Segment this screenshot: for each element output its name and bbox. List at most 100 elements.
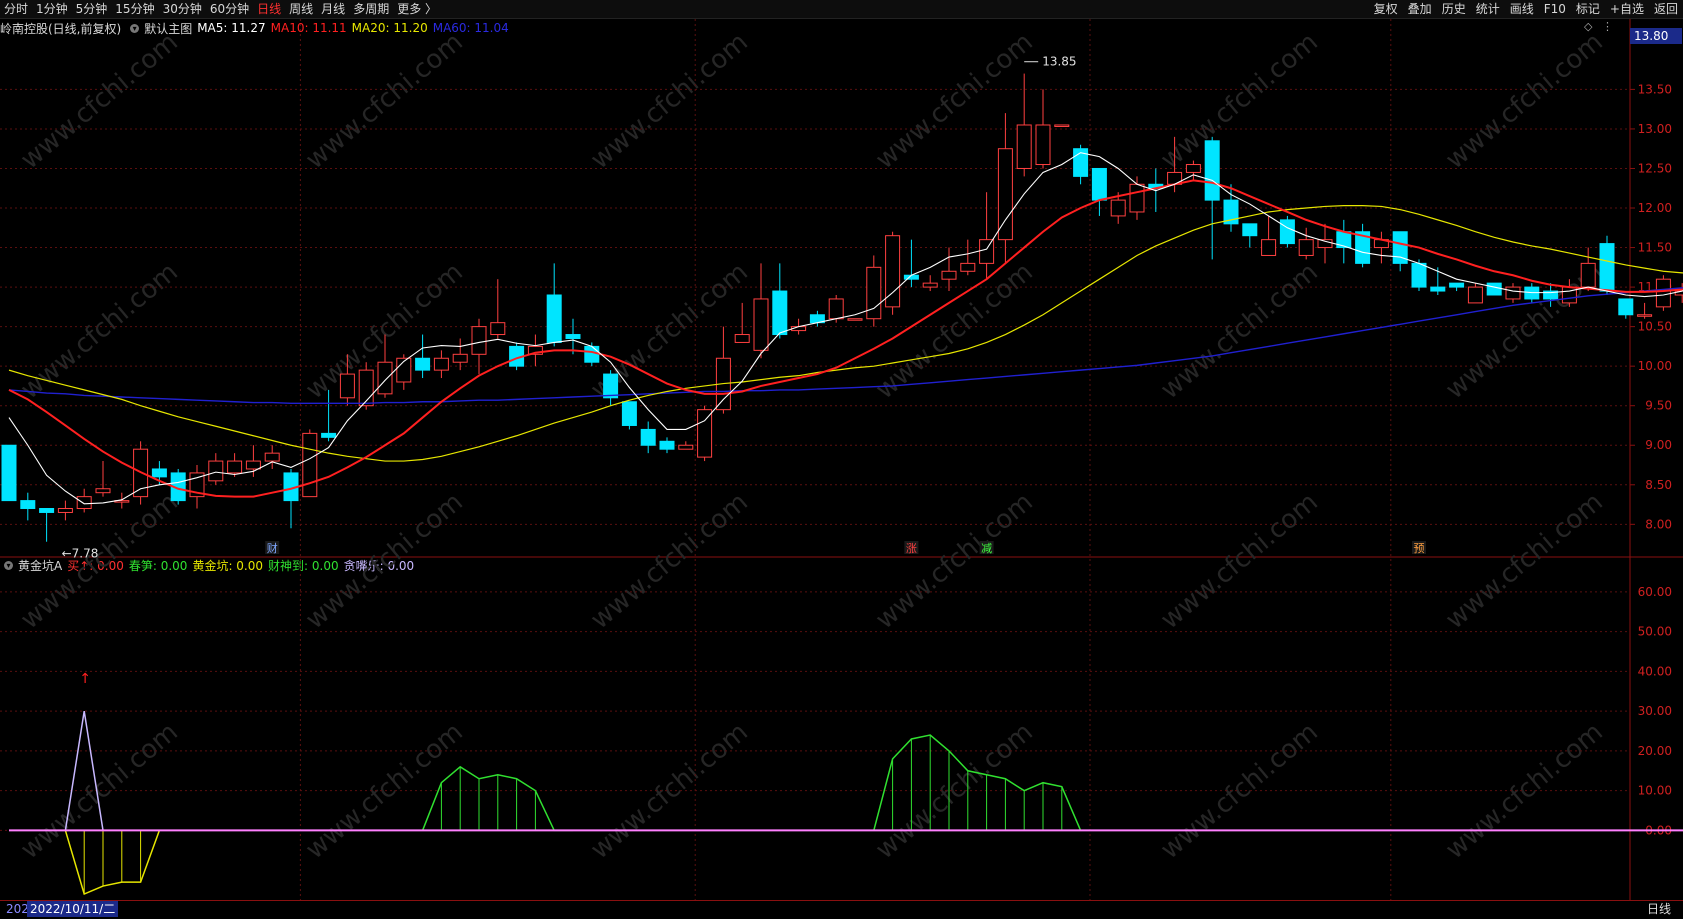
candle-body: [1505, 286, 1521, 300]
candle-body: [1110, 199, 1126, 217]
toolbar-button-1[interactable]: 叠加: [1403, 0, 1437, 18]
toolbar-button-2[interactable]: 历史: [1437, 0, 1471, 18]
candle-body: [640, 428, 656, 446]
period-toolbar: 分时 1分钟 5分钟 15分钟 30分钟 60分钟 日线 周线 月线 多周期 更多 〉 复权 叠加 历史…: [0, 0, 1683, 19]
toolbar-button-8[interactable]: 返回: [1649, 0, 1683, 18]
event-marker-bg: [265, 541, 280, 554]
candle-body: [1637, 314, 1653, 317]
watermark-text: www.cfchi.com: [1155, 27, 1324, 175]
menu-icon[interactable]: ⋮: [1602, 20, 1613, 33]
toolbar-button-7[interactable]: +自选: [1605, 0, 1649, 18]
candle-body: [527, 345, 543, 355]
y-tick-label: 10.00: [1638, 784, 1672, 798]
kline-chart[interactable]: www.cfchi.com www.cfchi.com www.cfchi.com w…: [0, 0, 1683, 918]
stock-title: 岭南控股(日线,前复权): [0, 21, 122, 36]
period-tab-6[interactable]: 日线: [253, 0, 285, 18]
y-tick-label: 8.50: [1645, 478, 1672, 492]
candle-body: [565, 334, 581, 339]
candle-body: [1317, 239, 1333, 249]
y-tick-label: 13.00: [1638, 122, 1672, 136]
watermark-text: www.cfchi.com: [870, 27, 1039, 175]
period-tab-3[interactable]: 15分钟: [111, 0, 158, 18]
y-tick-label: 30.00: [1638, 704, 1672, 718]
candle-body: [1543, 290, 1559, 300]
candle-body: [885, 235, 901, 308]
period-tab-10[interactable]: 更多 〉: [393, 0, 441, 18]
candle-body: [659, 440, 675, 450]
candle-body: [1674, 290, 1683, 296]
candle-body: [302, 432, 318, 498]
chart-corner-icons: ◇ ⋮: [1578, 20, 1613, 33]
candle-body: [1148, 183, 1164, 189]
candle-body: [471, 326, 487, 355]
candle-body: [546, 294, 562, 343]
period-tab-5[interactable]: 60分钟: [206, 0, 253, 18]
candle-body: [358, 369, 374, 407]
candle-body: [377, 361, 393, 395]
buy-value: 买↑: 0.00: [67, 558, 124, 573]
template-label[interactable]: 默认主图: [144, 20, 192, 37]
watermark-text: www.cfchi.com: [300, 717, 469, 865]
indicator-info: ▾ 黄金坑A 买↑: 0.00 春笋: 0.00 黄金坑: 0.00 财神到: …: [0, 556, 419, 574]
candle-body: [1655, 278, 1671, 308]
watermark-text: www.cfchi.com: [585, 487, 754, 635]
candle-body: [772, 290, 788, 336]
gold-pit-value: 黄金坑: 0.00: [192, 558, 264, 573]
period-tab-2[interactable]: 5分钟: [72, 0, 112, 18]
candle-body: [415, 357, 431, 371]
candle-body: [1261, 239, 1277, 256]
indicator-pos-line: [421, 765, 573, 832]
dropdown-icon[interactable]: ▾: [4, 560, 13, 570]
period-tab-9[interactable]: 多周期: [349, 0, 393, 18]
toolbar-button-0[interactable]: 复权: [1369, 0, 1403, 18]
candle-body: [245, 460, 261, 470]
watermark-text: www.cfchi.com: [870, 717, 1039, 865]
buy-arrow-icon: ↑: [79, 671, 91, 687]
candle-body: [189, 472, 205, 498]
diamond-icon[interactable]: ◇: [1584, 20, 1592, 33]
candle-body: [1298, 239, 1314, 256]
toolbar-button-6[interactable]: 标记: [1571, 0, 1605, 18]
watermark-text: www.cfchi.com: [15, 257, 184, 405]
event-marker-bg: [979, 541, 994, 554]
candle-body: [1411, 262, 1427, 288]
candle-body: [1561, 286, 1577, 304]
y-tick-label: 12.50: [1638, 161, 1672, 175]
period-tab-1[interactable]: 1分钟: [32, 0, 72, 18]
toolbar-button-4[interactable]: 画线: [1505, 0, 1539, 18]
candle-body: [452, 353, 468, 363]
period-tabs: 分时 1分钟 5分钟 15分钟 30分钟 60分钟 日线 周线 月线 多周期 更多 〉: [0, 0, 441, 18]
candle-body: [76, 496, 92, 510]
candle-body: [997, 148, 1013, 241]
toolbar-button-5[interactable]: F10: [1539, 0, 1571, 18]
candle-body: [1355, 231, 1371, 264]
period-tab-0[interactable]: 分时: [0, 0, 32, 18]
candle-body: [734, 334, 750, 343]
candle-body: [847, 318, 863, 321]
date-axis-bar: [0, 900, 1683, 919]
candle-body: [809, 314, 825, 324]
candle-body: [1167, 171, 1183, 185]
dropdown-icon[interactable]: ▾: [130, 23, 140, 33]
indicator-pos-line: [873, 734, 1082, 831]
candle-body: [133, 448, 149, 498]
toolbar-right-buttons: 复权 叠加 历史 统计 画线 F10 标记 +自选 返回: [1369, 0, 1683, 18]
candle-body: [20, 500, 36, 510]
candle-body: [1618, 298, 1634, 316]
period-tab-7[interactable]: 周线: [285, 0, 317, 18]
indicator-name[interactable]: 黄金坑A: [18, 557, 62, 574]
period-label[interactable]: 日线: [1647, 901, 1671, 917]
candle-body: [1016, 124, 1032, 169]
watermark-text: www.cfchi.com: [300, 27, 469, 175]
ma20-value: MA20: 11.20: [351, 21, 428, 35]
ma20-line: [8, 205, 1683, 462]
toolbar-button-3[interactable]: 统计: [1471, 0, 1505, 18]
candle-body: [1467, 286, 1483, 304]
candle-body: [922, 282, 938, 288]
candle-body: [753, 298, 769, 351]
candle-body: [95, 488, 111, 494]
period-tab-8[interactable]: 月线: [317, 0, 349, 18]
watermark-text: www.cfchi.com: [15, 27, 184, 175]
period-tab-4[interactable]: 30分钟: [159, 0, 206, 18]
event-marker: 减: [981, 542, 992, 555]
